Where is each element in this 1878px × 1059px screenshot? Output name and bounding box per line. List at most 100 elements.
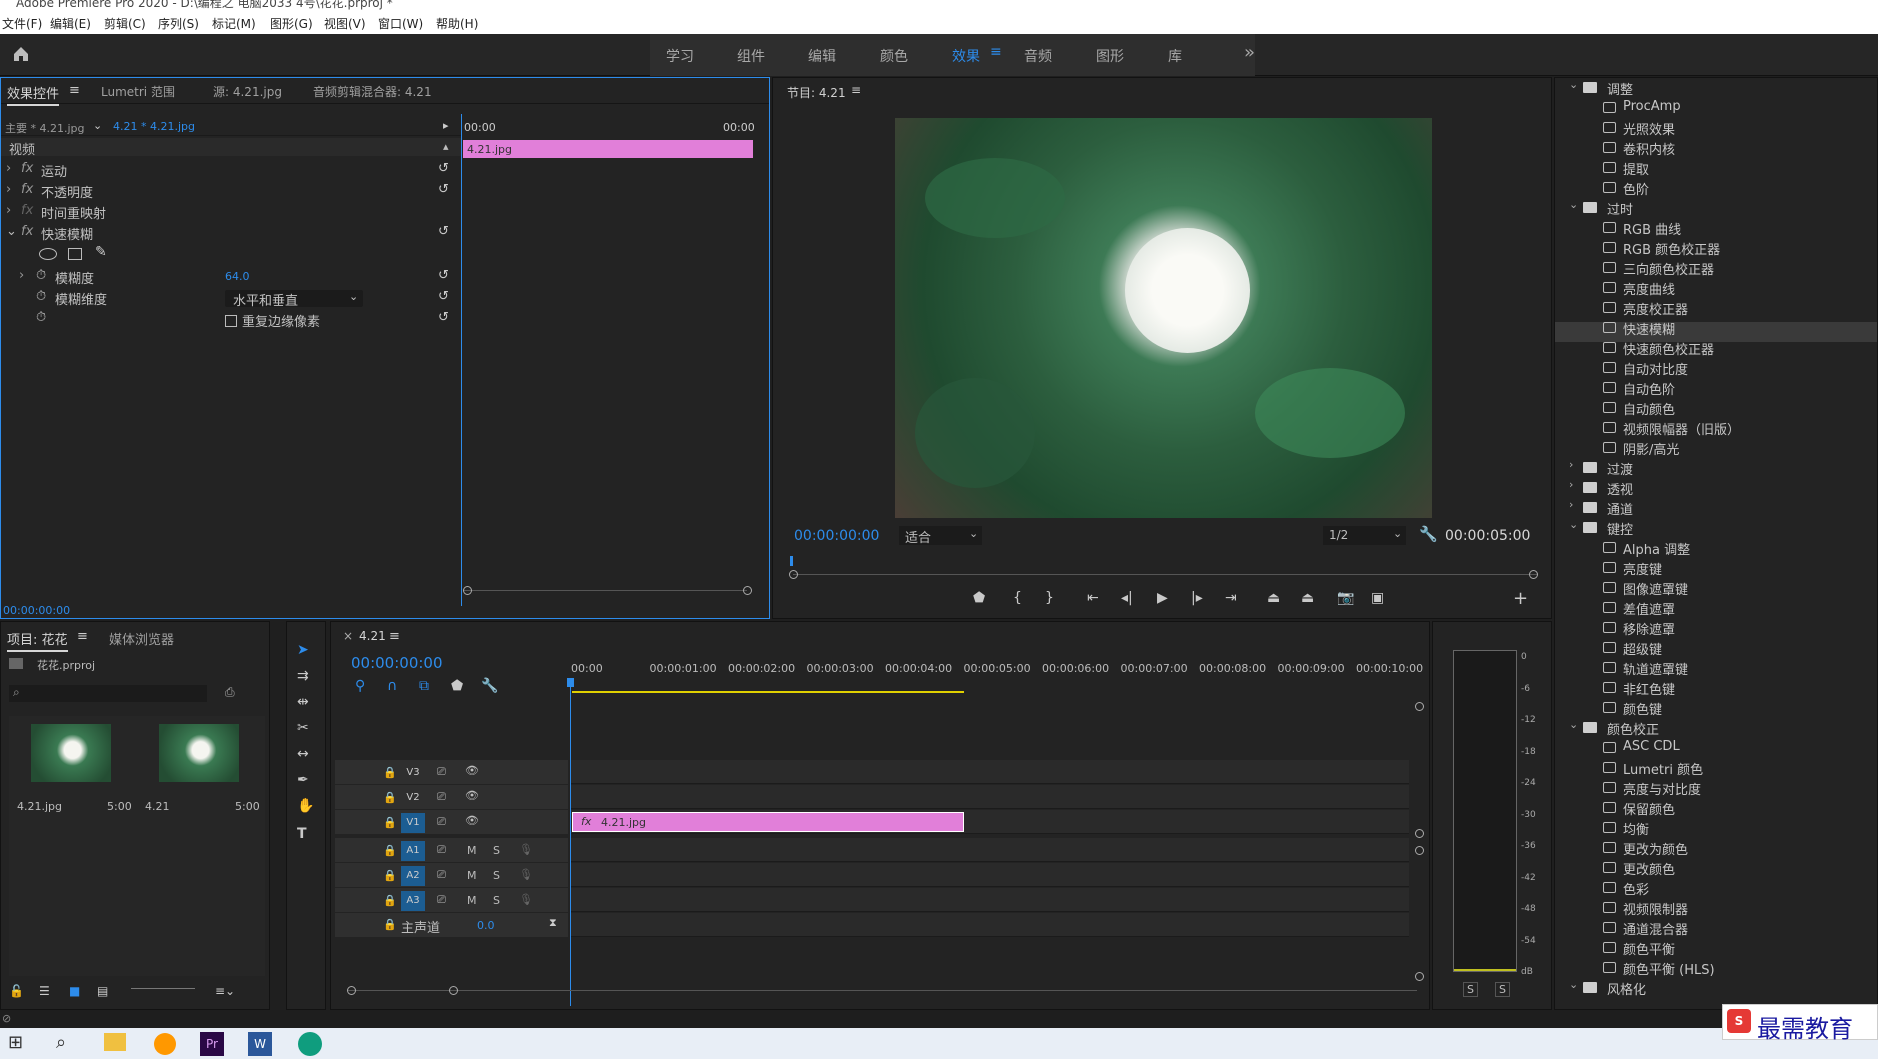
tab-audio-clip-mixer[interactable]: 音频剪辑混合器: 4.21 (313, 83, 432, 100)
video-preview[interactable] (895, 118, 1432, 518)
pen-tool-icon[interactable]: ✒ (297, 772, 309, 788)
mute-button[interactable]: M (467, 894, 477, 907)
snap-icon[interactable]: ∩ (387, 678, 397, 694)
premiere-icon[interactable]: Pr (200, 1032, 224, 1056)
program-timecode[interactable]: 00:00:00:00 (794, 528, 879, 544)
effects-folder[interactable]: ⌄ 风格化 (1555, 978, 1877, 1002)
ws-libraries[interactable]: 库 (1168, 46, 1182, 66)
ec-expand-icon[interactable]: ▸ (443, 119, 449, 132)
program-playhead[interactable] (790, 556, 793, 566)
track-target-v1[interactable]: V1 (401, 813, 425, 833)
ws-effects-menu-icon[interactable]: ≡ (990, 44, 1002, 60)
new-bin-icon[interactable]: ⎙ (225, 685, 235, 700)
effect-item[interactable]: 轨道遮罩键 (1555, 662, 1877, 682)
chevron-down-icon[interactable]: ⌄ (1569, 78, 1578, 91)
ellipse-mask-icon[interactable] (39, 248, 57, 260)
sync-lock-icon[interactable]: ⎚ (437, 868, 446, 882)
track-target-a2[interactable]: A2 (401, 866, 425, 886)
v-scroll-handle-audio[interactable] (1415, 846, 1424, 855)
expand-icon[interactable]: › (6, 182, 11, 197)
timeline-ruler[interactable]: 00:00 00:00:01:00 00:00:02:00 00:00:03:00 00… (571, 662, 1442, 688)
project-search-input[interactable]: ⌕ (9, 685, 207, 702)
play-icon[interactable]: ▶ (1157, 590, 1168, 606)
freeform-view-icon[interactable]: ▤ (97, 984, 108, 998)
effect-item[interactable]: 快速颜色校正器 (1555, 342, 1877, 362)
timeline-settings-icon[interactable]: 🔧 (481, 678, 498, 694)
ec-row-repeat-edge[interactable]: ⏱ 重复边缘像素 ↺ (1, 310, 461, 330)
effect-item[interactable]: 差值遮罩 (1555, 602, 1877, 622)
ec-row-blurriness[interactable]: › ⏱ 模糊度 64.0 ↺ (1, 268, 461, 288)
stopwatch-icon[interactable]: ⏱ (36, 310, 46, 325)
ec-timecode[interactable]: 00:00:00:00 (3, 604, 70, 617)
menu-file[interactable]: 文件(F) (2, 15, 42, 32)
program-time-ruler[interactable] (790, 556, 1536, 570)
chevron-down-icon[interactable]: ⌄ (1569, 198, 1578, 211)
sync-lock-icon[interactable]: ⎚ (437, 843, 446, 857)
solo-button[interactable]: S (493, 869, 500, 882)
effects-folder[interactable]: › 透视 (1555, 478, 1877, 502)
effect-item[interactable]: 非红色键 (1555, 682, 1877, 702)
mic-icon[interactable]: 🎙 (519, 843, 533, 856)
effects-folder[interactable]: ⌄ 颜色校正 (1555, 718, 1877, 742)
chevron-right-icon[interactable]: › (1569, 458, 1573, 471)
fx-icon[interactable]: fx (21, 182, 33, 197)
track-target-v3[interactable]: V3 (401, 763, 425, 783)
linked-selection-icon[interactable]: ⧉ (419, 678, 429, 694)
effects-folder[interactable]: ⌄ 调整 (1555, 78, 1877, 102)
program-zoom-track[interactable] (793, 574, 1537, 575)
project-item-1[interactable]: 4.21.jpg 5:00 (9, 716, 137, 976)
master-volume-value[interactable]: 0.0 (477, 919, 495, 932)
sync-lock-icon[interactable]: ⎚ (437, 893, 446, 907)
v-scroll-handle-mid[interactable] (1415, 829, 1424, 838)
effect-item[interactable]: 保留颜色 (1555, 802, 1877, 822)
chevron-down-icon[interactable]: ⌄ (1569, 518, 1578, 531)
tab-lumetri-scopes[interactable]: Lumetri 范围 (101, 83, 175, 100)
program-zoom-handle-left[interactable] (789, 570, 798, 579)
menu-sequence[interactable]: 序列(S) (158, 15, 199, 32)
ec-row-time-remap[interactable]: › fx 时间重映射 (1, 203, 461, 223)
fit-dropdown[interactable]: 适合 ⌄ (899, 526, 982, 546)
track-target-a3[interactable]: A3 (401, 891, 425, 911)
track-lane-master[interactable] (571, 913, 1409, 937)
type-tool-icon[interactable]: T (297, 826, 307, 842)
step-forward-icon[interactable]: |▸ (1191, 590, 1203, 606)
lock-icon[interactable]: 🔓 (9, 984, 24, 998)
h-scroll-handle-right[interactable] (449, 986, 458, 995)
go-to-out-icon[interactable]: ⇥ (1225, 590, 1237, 606)
effect-item[interactable]: 三向颜色校正器 (1555, 262, 1877, 282)
effect-item[interactable]: 超级键 (1555, 642, 1877, 662)
chevron-right-icon[interactable]: › (1569, 498, 1573, 511)
export-frame-icon[interactable]: 📷 (1337, 590, 1354, 606)
solo-button[interactable]: S (493, 844, 500, 857)
eye-icon[interactable]: 👁 (465, 764, 479, 777)
file-explorer-icon[interactable] (104, 1033, 126, 1051)
reset-icon[interactable]: ↺ (438, 310, 449, 325)
program-zoom-handle-right[interactable] (1529, 570, 1538, 579)
menu-edit[interactable]: 编辑(E) (50, 15, 91, 32)
effect-item[interactable]: 更改颜色 (1555, 862, 1877, 882)
expand-icon[interactable]: › (6, 161, 11, 176)
ec-row-opacity[interactable]: › fx 不透明度 ↺ (1, 182, 461, 202)
close-tab-icon[interactable]: × (343, 629, 353, 643)
effect-item[interactable]: Alpha 调整 (1555, 542, 1877, 562)
effect-item[interactable]: 视频限制器 (1555, 902, 1877, 922)
rectangle-mask-icon[interactable] (68, 248, 82, 260)
track-lane-a3[interactable] (571, 888, 1409, 912)
effect-item[interactable]: 色阶 (1555, 182, 1877, 202)
ws-overflow-icon[interactable]: » (1244, 42, 1255, 63)
effect-item[interactable]: 自动对比度 (1555, 362, 1877, 382)
mic-icon[interactable]: 🎙 (519, 868, 533, 881)
effect-item[interactable]: 亮度校正器 (1555, 302, 1877, 322)
sync-lock-icon[interactable]: ⎚ (437, 790, 446, 804)
lock-icon[interactable]: 🔒 (383, 869, 397, 882)
mute-button[interactable]: M (467, 844, 477, 857)
chevron-right-icon[interactable]: › (1569, 478, 1573, 491)
effect-item[interactable]: 自动色阶 (1555, 382, 1877, 402)
reset-icon[interactable]: ↺ (438, 268, 449, 283)
collapse-icon[interactable]: ⌄ (6, 224, 17, 239)
effect-item[interactable]: 均衡 (1555, 822, 1877, 842)
sync-lock-icon[interactable]: ⎚ (437, 815, 446, 829)
fx-icon[interactable]: fx (21, 224, 33, 239)
step-back-icon[interactable]: ◂| (1121, 590, 1133, 606)
effect-item[interactable]: 卷积内核 (1555, 142, 1877, 162)
